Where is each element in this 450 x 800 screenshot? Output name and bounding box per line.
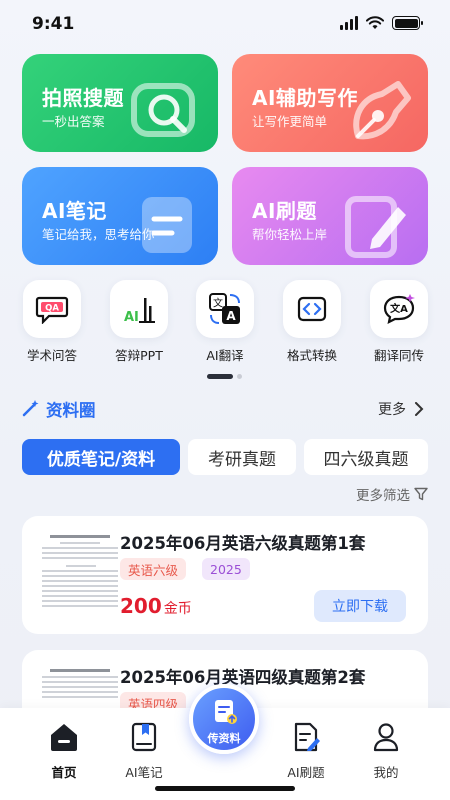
tool-label: 答辩PPT [115,348,163,363]
tool-academic-qa[interactable]: QA 学术问答 [17,280,87,364]
svg-text:A: A [226,309,236,323]
svg-text:文A: 文A [390,302,408,315]
nav-label: AI刷题 [287,765,325,780]
code-convert-icon [297,296,327,322]
upload-material-button[interactable]: 传资料 [189,684,259,754]
list-item[interactable]: 2025年06月英语六级真题第1套 英语六级 2025 200 金币 立即下载 [22,516,428,634]
price-value: 200 [120,594,162,618]
pencil-paper-icon [345,196,406,258]
pen-nib-icon [353,81,411,140]
nav-home[interactable]: 首页 [24,722,104,781]
svg-text:文: 文 [213,297,223,310]
tool-label: 格式转换 [286,348,337,363]
upload-doc-icon [215,700,237,724]
note-icon [142,197,192,253]
item-title: 2025年06月英语四级真题第2套 [120,668,366,687]
card-subtitle: 让写作更简单 [252,114,328,129]
home-icon [51,724,77,751]
card-photo-search[interactable]: 拍照搜题 一秒出答案 [22,54,218,152]
nav-label: AI笔记 [125,765,163,780]
card-subtitle: 帮你轻松上岸 [252,227,328,242]
home-indicator [155,786,295,791]
tool-label: 翻译同传 [373,348,424,363]
tab-postgrad-exam[interactable]: 考研真题 [188,439,296,475]
ppt-chart-icon: AI [124,298,155,324]
chevron-right-icon[interactable] [414,402,424,416]
document-thumbnail [36,530,124,626]
nav-ai-notes[interactable]: AI笔记 [104,722,184,781]
nav-mine[interactable]: 我的 [346,722,426,781]
download-button[interactable]: 立即下载 [314,590,406,622]
section-title: 资料圈 [46,401,96,420]
wifi-icon [366,16,384,29]
more-link[interactable]: 更多 [378,399,406,419]
tag-badge: 英语六级 [120,558,187,580]
notebook-icon [131,722,157,752]
item-title: 2025年06月英语六级真题第1套 [120,534,366,553]
nav-label: 我的 [373,765,399,780]
svg-text:QA: QA [45,304,59,314]
section-header: 资料圈 更多 [22,396,428,422]
tag-badge: 2025 [202,558,250,580]
tools-row: QA 学术问答 AI 答辩PPT 文 A AI翻译 格式转换 文A 翻译同传 [0,280,450,364]
page-indicator [207,374,242,379]
magic-wand-icon [22,400,39,417]
card-title: AI刷题 [252,199,317,223]
card-subtitle: 一秒出答案 [42,114,105,129]
quiz-icon [294,722,320,752]
card-ai-quiz[interactable]: AI刷题 帮你轻松上岸 [232,167,428,265]
tool-format-convert[interactable]: 格式转换 [277,280,347,364]
translate-icon: 文 A [209,293,240,324]
tab-cet-exam[interactable]: 四六级真题 [304,439,428,475]
tool-label: AI翻译 [206,348,244,363]
tool-ai-translate[interactable]: 文 A AI翻译 [190,280,260,364]
fab-label: 传资料 [207,732,241,745]
card-title: AI笔记 [42,199,107,223]
card-ai-writing[interactable]: AI辅助写作 让写作更简单 [232,54,428,152]
svg-text:AI: AI [124,310,139,324]
card-ai-notes[interactable]: AI笔记 笔记给我，思考给你 [22,167,218,265]
price-unit: 金币 [163,601,192,617]
nav-label: 首页 [51,765,77,780]
card-title: 拍照搜题 [42,86,124,110]
user-icon [373,723,399,752]
chat-translate-icon: 文A [383,294,415,324]
tool-simul-interpret[interactable]: 文A 翻译同传 [364,280,434,364]
status-bar: 9:41 [0,0,450,48]
cellular-signal-icon [340,16,358,30]
price: 200 金币 [120,594,192,618]
more-filter-button[interactable]: 更多筛选 [356,484,428,504]
battery-icon [392,16,423,30]
status-time: 9:41 [32,14,75,34]
tool-label: 学术问答 [26,348,77,363]
tab-quality-notes[interactable]: 优质笔记/资料 [22,439,180,475]
filter-icon [414,487,428,501]
tool-defense-ppt[interactable]: AI 答辩PPT [104,280,174,364]
nav-ai-quiz[interactable]: AI刷题 [266,722,346,781]
camera-search-icon [131,83,195,137]
filter-label: 更多筛选 [356,488,410,504]
qa-bubble-icon: QA [35,296,69,324]
